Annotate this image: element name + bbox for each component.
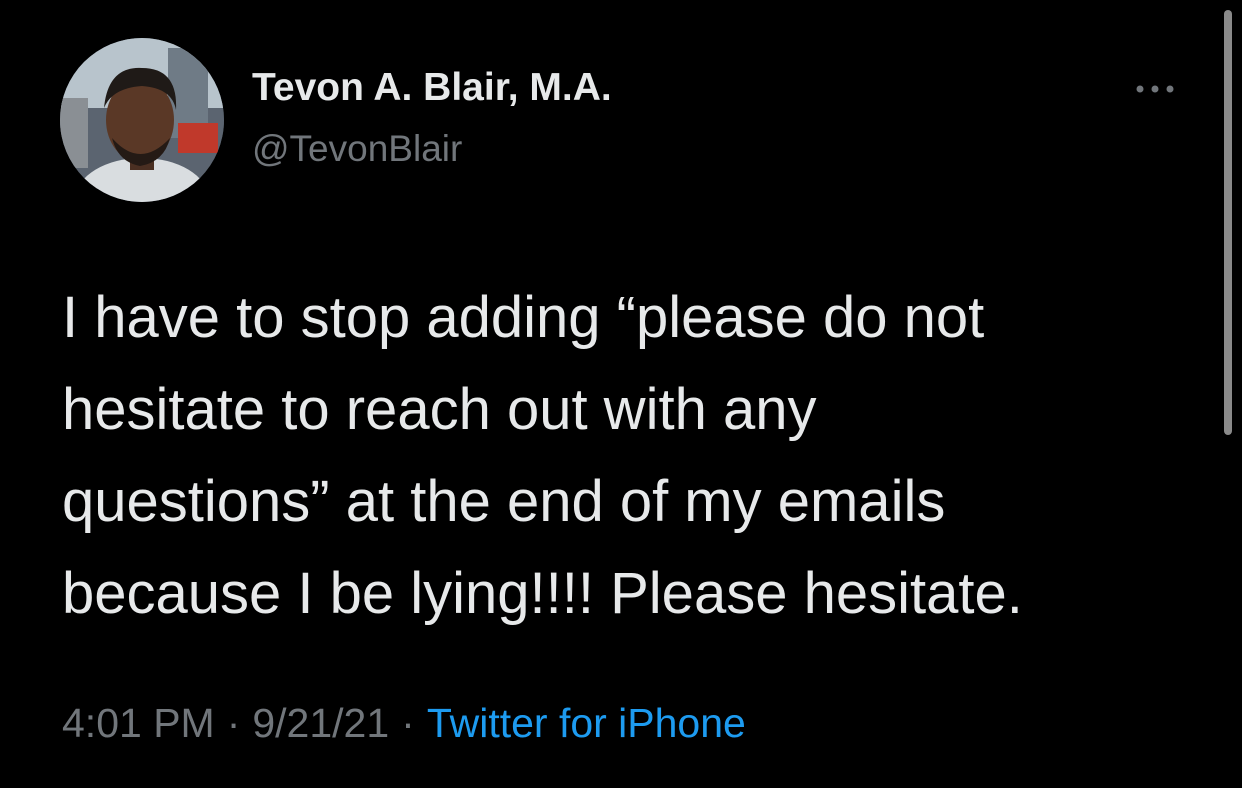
scrollbar[interactable]	[1224, 10, 1232, 435]
tweet-text-line: I have to stop adding “please do not	[62, 285, 985, 350]
tweet-text-line: hesitate to reach out with any	[62, 377, 817, 442]
meta-separator: ·	[226, 700, 241, 746]
tweet-text-line: because I be lying!!!! Please hesitate.	[62, 561, 1023, 626]
author-handle[interactable]: @TevonBlair	[252, 128, 462, 170]
avatar-photo	[60, 38, 224, 202]
author-display-name[interactable]: Tevon A. Blair, M.A.	[252, 66, 612, 110]
tweet-date[interactable]: 9/21/21	[252, 700, 389, 746]
tweet-meta: 4:01 PM · 9/21/21 · Twitter for iPhone	[62, 700, 746, 747]
tweet-time[interactable]: 4:01 PM	[62, 700, 215, 746]
tweet-text-line: questions” at the end of my emails	[62, 469, 946, 534]
meta-separator: ·	[401, 700, 415, 746]
more-options-button[interactable]	[1130, 74, 1180, 104]
more-horizontal-icon	[1136, 85, 1174, 93]
tweet-text: I have to stop adding “please do not hes…	[62, 272, 1202, 640]
tweet-source-link[interactable]: Twitter for iPhone	[427, 700, 746, 746]
avatar[interactable]	[60, 38, 224, 202]
